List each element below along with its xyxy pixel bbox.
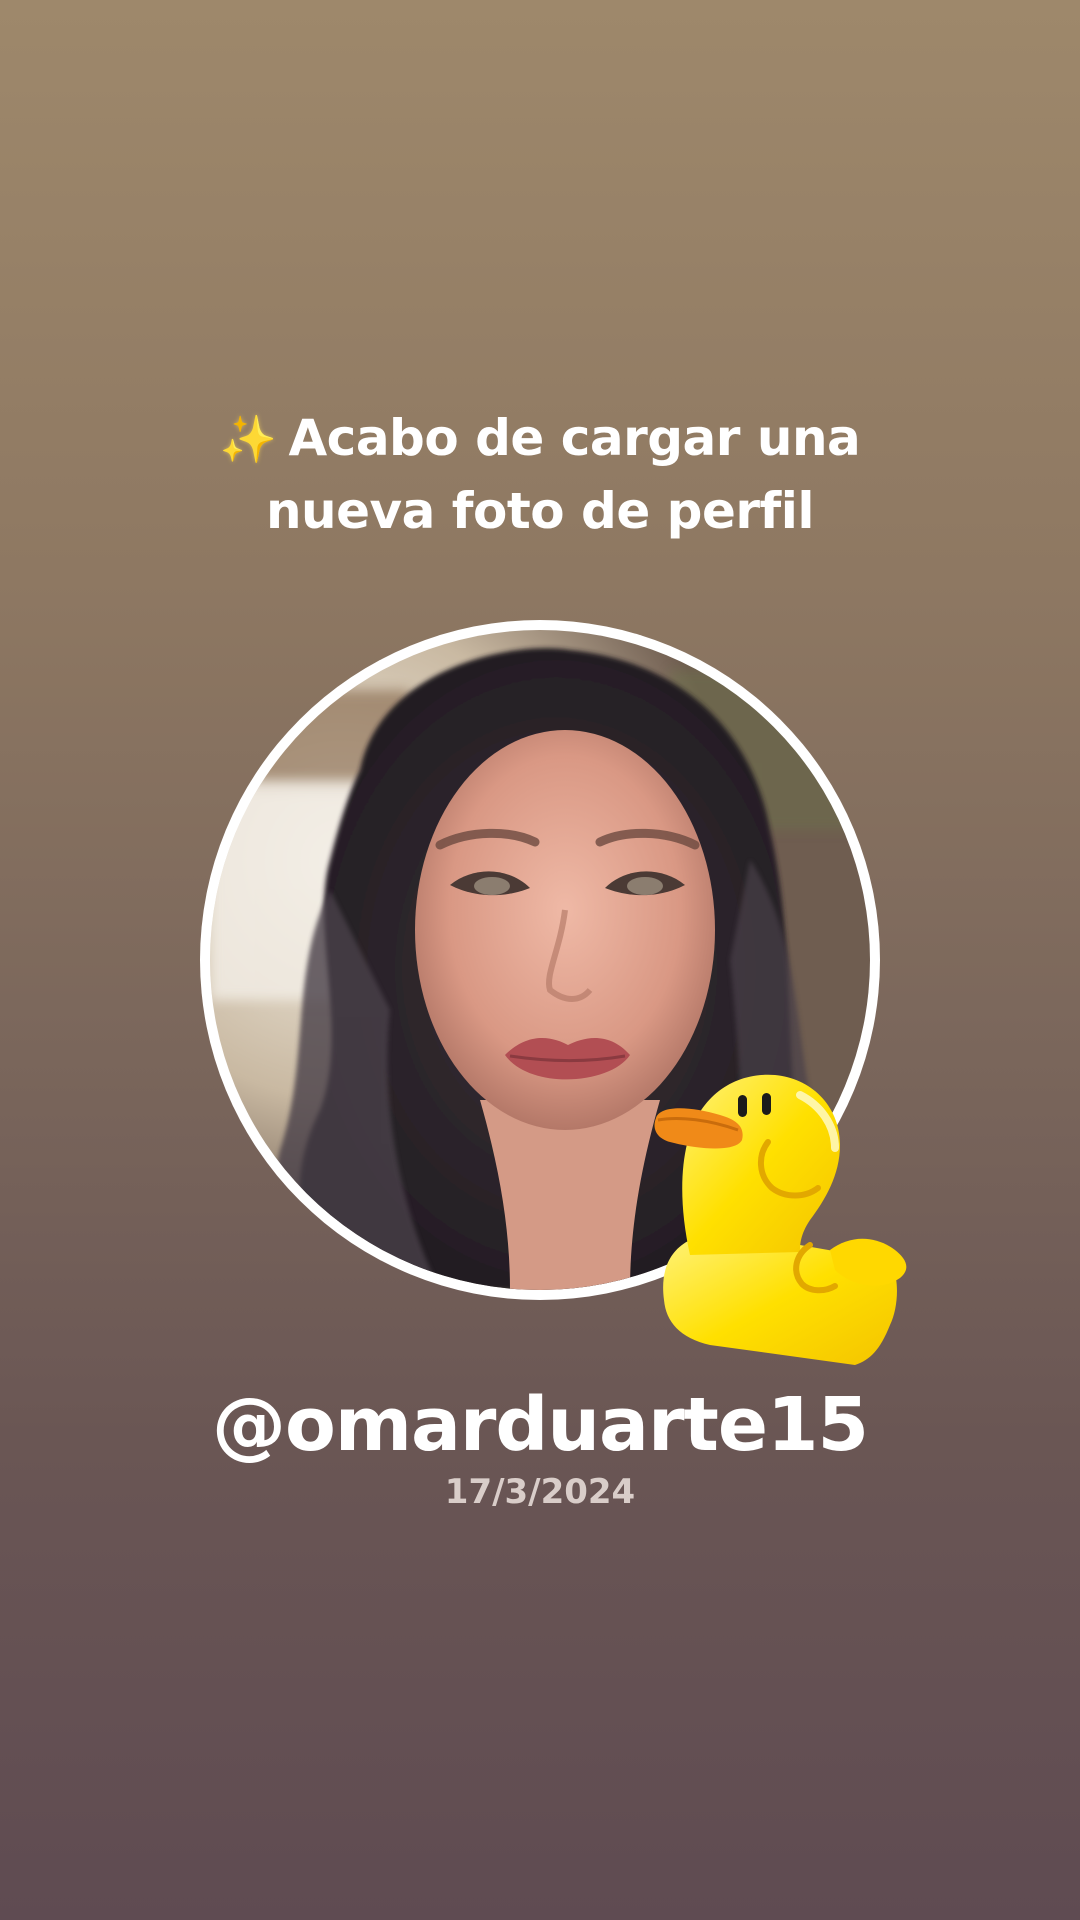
rubber-duck-sticker-icon [654,1074,907,1365]
username[interactable]: @omarduarte15 [0,1380,1080,1470]
announcement-line-2: nueva foto de perfil [265,482,815,540]
upload-date: 17/3/2024 [444,1472,636,1512]
announcement-line-1: ✨ Acabo de cargar una [0,402,1080,475]
announcement-text: ✨ Acabo de cargar una nueva foto de perfi… [0,402,1080,547]
announcement-line-1-text: Acabo de cargar una [288,409,861,467]
sparkles-icon: ✨ [219,412,277,466]
